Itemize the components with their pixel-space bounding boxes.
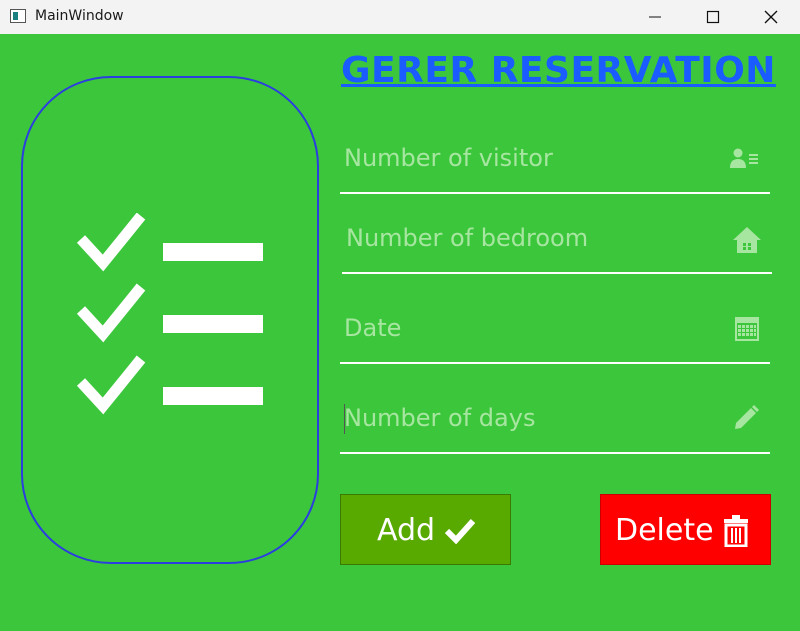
title-bar: MainWindow [0,0,800,34]
checkmark-icon [444,518,476,544]
add-button-label: Add [377,513,436,548]
close-button[interactable] [742,0,800,34]
checklist-icon [76,213,263,415]
visitor-count-placeholder: Number of visitor [344,144,553,172]
delete-button[interactable]: Delete [600,494,771,565]
visitor-count-field[interactable]: Number of visitor [340,132,770,194]
add-button[interactable]: Add [340,494,511,565]
maximize-button[interactable] [684,0,742,34]
calendar-icon [734,316,760,346]
main-content: GERER RESERVATION Number of visitor Numb… [0,34,800,631]
contact-card-icon [730,148,760,174]
pencil-icon [732,404,760,436]
checklist-illustration [21,76,319,564]
bedroom-count-placeholder: Number of bedroom [346,224,589,252]
window-title: MainWindow [35,8,124,24]
maximize-icon [706,10,720,24]
date-field[interactable]: Date [340,302,770,364]
trash-icon [724,515,748,547]
bedroom-count-field[interactable]: Number of bedroom [342,212,772,274]
close-icon [764,10,778,24]
delete-button-label: Delete [615,513,714,548]
page-title: GERER RESERVATION [341,50,776,91]
minimize-button[interactable] [626,0,684,34]
days-count-field[interactable]: Number of days [340,392,770,454]
home-icon [732,226,762,258]
days-count-placeholder: Number of days [344,404,536,432]
app-icon [10,9,26,23]
minimize-icon [649,16,661,18]
date-placeholder: Date [344,314,402,342]
